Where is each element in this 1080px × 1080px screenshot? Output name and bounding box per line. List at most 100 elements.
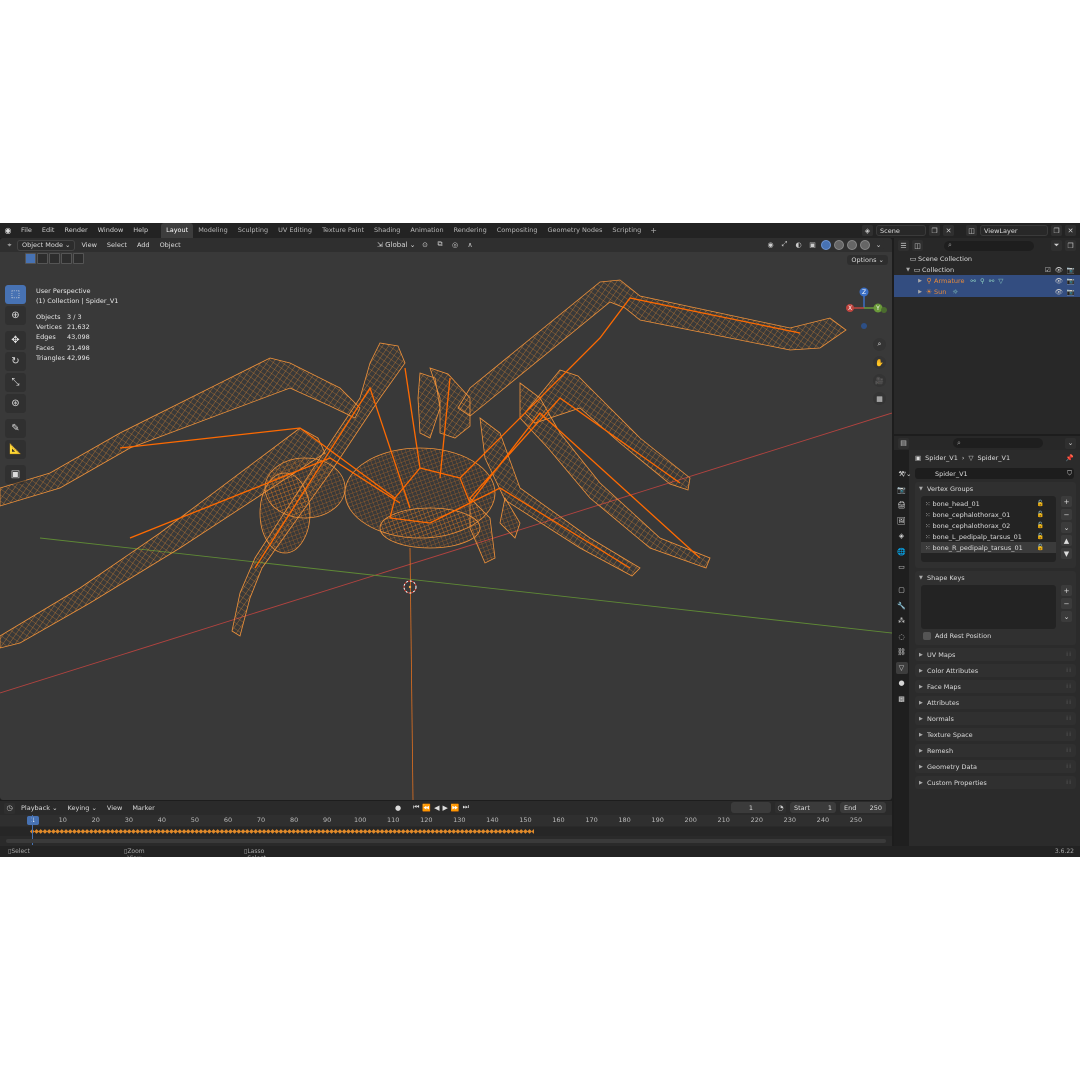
lock-icon[interactable]: 🔓 [1037,500,1044,507]
transform-orientation-dropdown[interactable]: ⇲ Global ⌄ [377,241,416,249]
shape-key-specials-button[interactable]: ⌄ [1061,611,1072,622]
new-view-layer-icon[interactable]: ❐ [1051,225,1062,236]
next-keyframe-icon[interactable]: ⏩ [451,804,460,812]
expand-arrow-icon[interactable]: ▼ [904,267,912,273]
remesh-panel[interactable]: ▶ Remesh ⁞⁞ [915,744,1076,757]
shape-keys-header[interactable]: ▼ Shape Keys [915,571,1076,585]
clock-icon[interactable]: ◔ [775,802,786,813]
menu-window[interactable]: Window [93,223,129,238]
world-tab-icon[interactable]: 🌐 [896,546,908,558]
navigation-gizmo[interactable]: Z Y X [842,286,888,332]
pivot-icon[interactable]: ⊙ [419,239,431,250]
lock-icon[interactable]: 🔓 [1037,511,1044,518]
move-down-button[interactable]: ▼ [1061,548,1072,559]
drag-grip-icon[interactable]: ⁞⁞ [1066,651,1072,658]
drag-grip-icon[interactable]: ⁞⁞ [1066,747,1072,754]
collapse-arrow-icon[interactable]: ▶ [919,652,927,658]
texture-tab-icon[interactable]: ▩ [896,693,908,705]
menu-playback[interactable]: Playback ⌄ [17,804,62,812]
scale-tool-icon[interactable]: ⤡ [5,373,26,392]
play-reverse-icon[interactable]: ◀ [434,804,439,812]
filter-icon[interactable]: ⏷ [1051,240,1062,251]
particles-tab-icon[interactable]: ⁂ [896,615,908,627]
physics-tab-icon[interactable]: ◌ [896,631,908,643]
lock-icon[interactable]: 🔓 [1037,544,1044,551]
menu-keying[interactable]: Keying ⌄ [64,804,101,812]
add-vertex-group-button[interactable]: + [1061,496,1072,507]
menu-timeline-view[interactable]: View [103,804,126,812]
menu-render[interactable]: Render [59,223,92,238]
sun-data-icon[interactable]: ☼ [952,288,959,296]
drag-grip-icon[interactable]: ⁞⁞ [1066,683,1072,690]
select-box-tool-icon[interactable]: ⬚ [5,285,26,304]
move-up-button[interactable]: ▲ [1061,535,1072,546]
spider-mesh-wireframe[interactable] [0,238,892,800]
timeline-scrollbar[interactable] [6,839,886,843]
collection-tab-icon[interactable]: ▭ [896,561,908,573]
display-mode-icon[interactable]: ◫ [912,240,923,251]
eye-icon[interactable]: 👁 [1055,288,1063,296]
current-frame-field[interactable]: 1 [731,802,771,813]
3d-viewport[interactable]: ⌖ Object Mode ⌄ View Select Add Object ⇲… [0,238,892,800]
menu-file[interactable]: File [16,223,37,238]
camera-view-icon[interactable]: 🎥 [873,374,886,387]
keyframe-diamonds[interactable]: ◆◆◆◆◆◆◆◆◆◆◆◆◆◆◆◆◆◆◆◆◆◆◆◆◆◆◆◆◆◆◆◆◆◆◆◆◆◆◆◆… [30,828,534,835]
outliner-item-sun[interactable]: ▶ ☀ Sun ☼ 👁 📷 [894,286,1080,297]
render-tab-icon[interactable]: 📷 [896,484,908,496]
collection-row[interactable]: ▼ ▭ Collection ☑ 👁 📷 [894,264,1080,275]
expand-arrow-icon[interactable]: ▶ [916,278,924,284]
collapse-arrow-icon[interactable]: ▶ [919,684,927,690]
options-dropdown[interactable]: Options ⌄ [847,255,888,265]
object-mode-dropdown[interactable]: Object Mode ⌄ [17,239,76,251]
camera-icon[interactable]: 📷 [1067,266,1075,274]
menu-view[interactable]: View [77,239,100,251]
menu-edit[interactable]: Edit [37,223,60,238]
add-cube-tool-icon[interactable]: ▣ [5,465,26,484]
custom-properties-panel[interactable]: ▶ Custom Properties ⁞⁞ [915,776,1076,789]
mesh-name-field[interactable]: ▽⌄ Spider_V1 ⛉ [901,468,1074,479]
eye-icon[interactable]: 👁 [1055,266,1063,274]
shape-key-list[interactable]: + − ⌄ [921,585,1072,629]
cursor-tool-icon[interactable]: ⊕ [5,306,26,325]
expand-arrow-icon[interactable]: ▶ [916,289,924,295]
list-item[interactable]: ⁙ bone_cephalothorax_01 🔓 [921,509,1056,520]
collapse-arrow-icon[interactable]: ▶ [919,748,927,754]
tab-scripting[interactable]: Scripting [607,223,646,238]
drag-grip-icon[interactable]: ⁞⁞ [1066,699,1072,706]
prev-keyframe-icon[interactable]: ⏪ [422,804,431,812]
eye-icon[interactable]: 👁 [1055,277,1063,285]
face-maps-panel[interactable]: ▶ Face Maps ⁞⁞ [915,680,1076,693]
wireframe-shading-button[interactable] [821,239,831,250]
options-chevron-icon[interactable]: ⌄ [1065,437,1076,449]
transform-tool-icon[interactable]: ⊛ [5,394,26,413]
collapse-arrow-icon[interactable]: ▶ [919,732,927,738]
tab-texture-paint[interactable]: Texture Paint [317,223,369,238]
vertex-group-list[interactable]: ⁙ bone_head_01 🔓 ⁙ bone_cephalothorax_01 🔓… [921,496,1072,562]
proportional-editing-icon[interactable]: ◎ [449,239,461,250]
tab-rendering[interactable]: Rendering [449,223,492,238]
vertex-groups-header[interactable]: ▼ Vertex Groups [915,482,1076,496]
properties-editor[interactable]: ▤ ⌕ ⌄ ⚒ 📷 🖨 🖼 ◈ 🌐 ▭ ▢ 🔧 ⁂ ◌ ⛓ ▽ ● ▩ ▣ Sp… [894,436,1080,846]
jump-start-icon[interactable]: ⏮ [413,803,419,812]
tab-compositing[interactable]: Compositing [492,223,543,238]
rotate-tool-icon[interactable]: ↻ [5,352,26,371]
object-tab-icon[interactable]: ▢ [896,584,908,596]
pan-hand-icon[interactable]: ✋ [873,356,886,369]
material-shading-button[interactable] [847,239,857,250]
tab-animation[interactable]: Animation [405,223,448,238]
editor-type-icon[interactable]: ⌖ [4,239,15,251]
play-icon[interactable]: ▶ [443,804,448,812]
timeline-editor[interactable]: ◷ Playback ⌄ Keying ⌄ View Marker ● ⏮ ⏪ … [0,800,892,846]
move-tool-icon[interactable]: ✥ [5,331,26,350]
properties-search-input[interactable]: ⌕ [953,438,1043,448]
select-invert-button[interactable] [61,253,72,264]
collapse-arrow-icon[interactable]: ▶ [919,668,927,674]
end-frame-field[interactable]: End 250 [840,802,886,813]
start-frame-field[interactable]: Start 1 [790,802,836,813]
outliner-item-armature[interactable]: ▶ ⚲ Armature ⚯ ⚲ ⚯ ▽ 👁 📷 [894,275,1080,286]
scene-field[interactable]: Scene [876,225,926,236]
texture-space-panel[interactable]: ▶ Texture Space ⁞⁞ [915,728,1076,741]
constraints-tab-icon[interactable]: ⛓ [896,646,908,658]
list-item[interactable]: ⁙ bone_R_pedipalp_tarsus_01 🔓 [921,542,1056,553]
list-item[interactable]: ⁙ bone_head_01 🔓 [921,498,1056,509]
